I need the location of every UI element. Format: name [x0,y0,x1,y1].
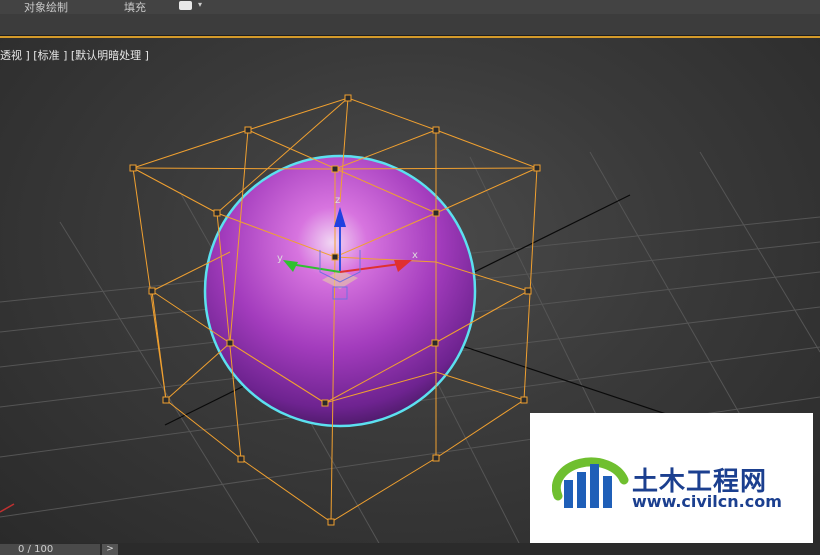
y-axis-label: y [277,253,283,264]
z-axis-label: z [335,195,340,206]
watermark-url: www.civilcn.com [632,492,782,511]
viewport-label[interactable]: 透视 ] [标准 ] [默认明暗处理 ] [0,47,149,63]
time-slider[interactable]: 0 / 100 [0,544,100,555]
fill-tab[interactable]: 填充 [124,0,146,15]
chevron-down-icon[interactable]: ▾ [198,0,202,9]
axis-tripod-x [0,503,15,513]
civilcn-logo [552,457,629,508]
x-axis-label: x [412,250,418,261]
display-dropdown-icon[interactable] [179,1,192,10]
ribbon-strip [0,14,820,36]
object-paint-tab[interactable]: 对象绘制 [24,0,68,15]
time-slider-bar: 0 / 100 > [0,543,820,555]
next-frame-button[interactable]: > [102,544,118,555]
top-menu-bar: 对象绘制 填充 ▾ [0,0,820,14]
